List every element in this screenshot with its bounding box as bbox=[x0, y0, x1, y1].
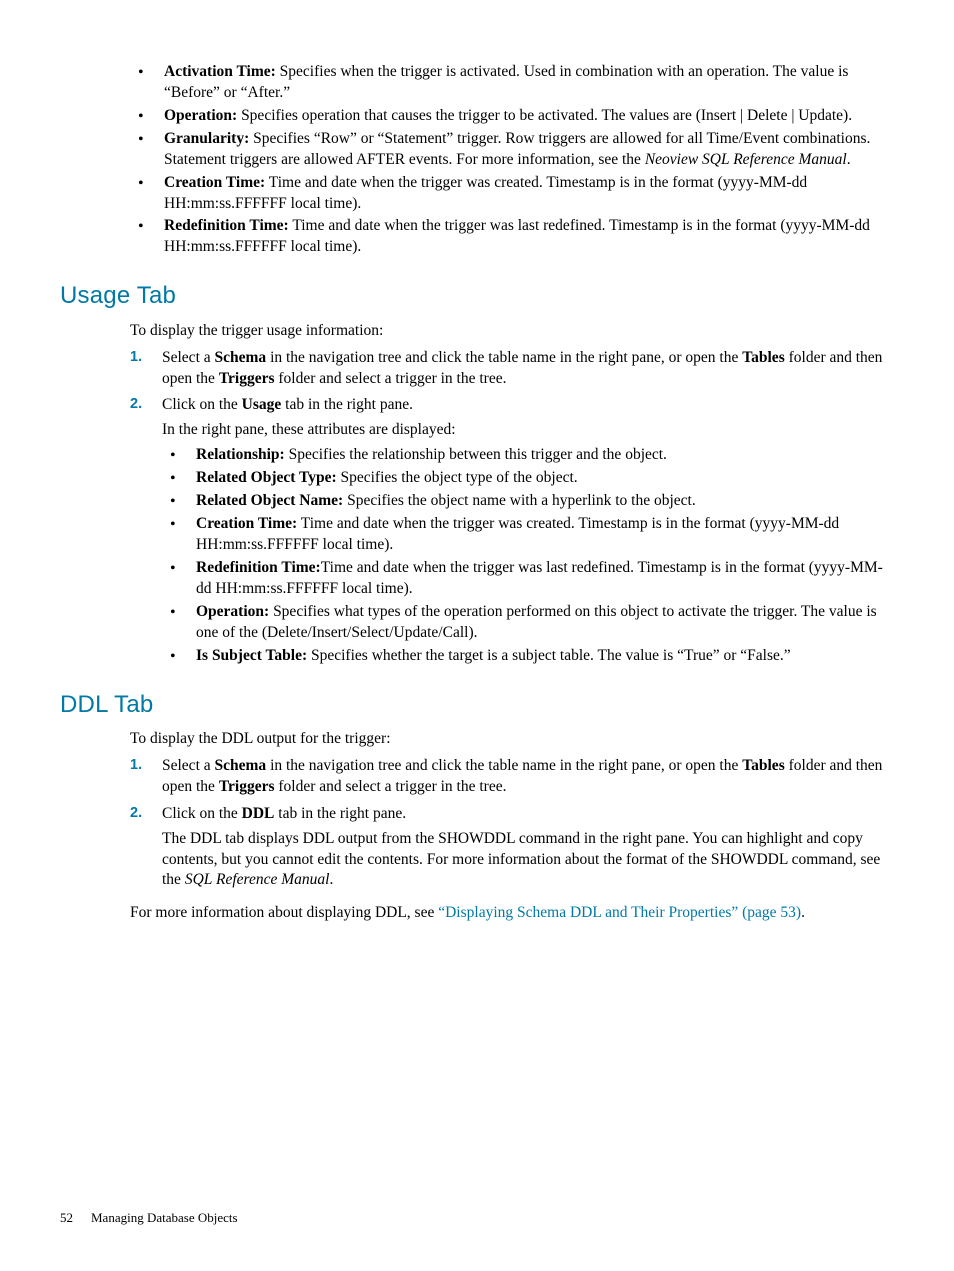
step-text: Select a Schema in the navigation tree a… bbox=[162, 349, 882, 387]
ddl-step-2: Click on the DDL tab in the right pane. … bbox=[130, 804, 894, 892]
usage-steps: Select a Schema in the navigation tree a… bbox=[130, 348, 894, 667]
ddl-step-2-body: The DDL tab displays DDL output from the… bbox=[162, 829, 894, 892]
usage-step-2: Click on the Usage tab in the right pane… bbox=[130, 395, 894, 666]
bullet-item: Activation Time: Specifies when the trig… bbox=[130, 62, 894, 104]
bullet-item: Redefinition Time:Time and date when the… bbox=[162, 558, 894, 600]
attributes-list-top: Activation Time: Specifies when the trig… bbox=[130, 62, 894, 258]
page-number: 52 bbox=[60, 1209, 73, 1227]
bullet-item: Operation: Specifies what types of the o… bbox=[162, 602, 894, 644]
bullet-item: Is Subject Table: Specifies whether the … bbox=[162, 646, 894, 667]
ddl-step-1: Select a Schema in the navigation tree a… bbox=[130, 756, 894, 798]
document-page: Activation Time: Specifies when the trig… bbox=[0, 0, 954, 1271]
usage-intro: To display the trigger usage information… bbox=[130, 321, 894, 342]
step-text: Click on the Usage tab in the right pane… bbox=[162, 396, 413, 413]
bullet-item: Creation Time: Time and date when the tr… bbox=[162, 514, 894, 556]
page-footer: 52 Managing Database Objects bbox=[60, 1209, 238, 1227]
bullet-item: Redefinition Time: Time and date when th… bbox=[130, 216, 894, 258]
footer-title: Managing Database Objects bbox=[91, 1210, 238, 1225]
ddl-intro: To display the DDL output for the trigge… bbox=[130, 729, 894, 750]
bullet-item: Relationship: Specifies the relationship… bbox=[162, 445, 894, 466]
ddl-steps: Select a Schema in the navigation tree a… bbox=[130, 756, 894, 892]
usage-step-2-body: In the right pane, these attributes are … bbox=[162, 420, 894, 441]
usage-tab-heading: Usage Tab bbox=[60, 280, 894, 312]
step-text: Click on the DDL tab in the right pane. bbox=[162, 805, 406, 822]
ddl-more-info: For more information about displaying DD… bbox=[130, 903, 894, 924]
bullet-item: Related Object Type: Specifies the objec… bbox=[162, 468, 894, 489]
step-text: Select a Schema in the navigation tree a… bbox=[162, 757, 882, 795]
bullet-item: Related Object Name: Specifies the objec… bbox=[162, 491, 894, 512]
link-displaying-schema-ddl[interactable]: “Displaying Schema DDL and Their Propert… bbox=[438, 904, 801, 921]
usage-attributes-list: Relationship: Specifies the relationship… bbox=[162, 445, 894, 666]
bullet-item: Creation Time: Time and date when the tr… bbox=[130, 173, 894, 215]
bullet-item: Granularity: Specifies “Row” or “Stateme… bbox=[130, 129, 894, 171]
bullet-item: Operation: Specifies operation that caus… bbox=[130, 106, 894, 127]
ddl-tab-heading: DDL Tab bbox=[60, 689, 894, 721]
usage-step-1: Select a Schema in the navigation tree a… bbox=[130, 348, 894, 390]
